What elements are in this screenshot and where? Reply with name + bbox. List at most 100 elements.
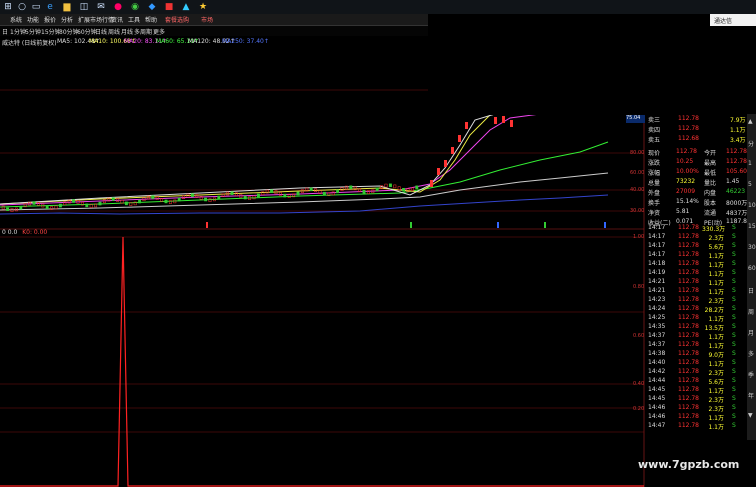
quote-label: 换手 — [648, 200, 661, 207]
tick-time: 14:25 — [648, 314, 666, 321]
tick-side: S — [732, 233, 736, 240]
tick-time: 14:47 — [648, 422, 666, 429]
tick-price: 112.78 — [678, 251, 699, 258]
candlestick — [362, 189, 366, 194]
volume-bar — [497, 222, 499, 228]
tick-price: 112.78 — [678, 278, 699, 285]
candlestick — [437, 168, 440, 175]
tick-side: S — [732, 305, 736, 312]
indicator-spike-line — [0, 236, 644, 487]
period-sidebar-button[interactable]: 日 — [748, 286, 754, 295]
candlestick — [322, 191, 326, 196]
period-sidebar-button[interactable]: ▲ — [748, 118, 753, 125]
quote-value: 10.00% — [676, 168, 699, 175]
candlestick — [402, 188, 406, 192]
tick-time: 14:35 — [648, 323, 666, 330]
candlestick — [85, 203, 89, 208]
volume-bar — [206, 222, 208, 228]
tick-side: S — [732, 242, 736, 249]
tick-price: 112.78 — [678, 260, 699, 267]
tick-side: S — [732, 386, 736, 393]
quote-label: 内盘 — [704, 190, 717, 197]
candlestick — [309, 187, 313, 191]
indicator-grid — [0, 236, 644, 433]
price-tag: 75.04 — [626, 115, 645, 123]
tick-side: S — [732, 395, 736, 402]
candlestick — [494, 117, 497, 124]
tick-price: 112.78 — [678, 305, 699, 312]
tick-volume: 1.1万 — [708, 388, 724, 395]
period-sidebar-button[interactable]: 月 — [748, 328, 754, 337]
tick-price: 112.78 — [678, 332, 699, 339]
tick-volume: 2.3万 — [708, 397, 724, 404]
quote-value: 10.25 — [676, 158, 694, 165]
tick-price: 112.78 — [678, 224, 699, 231]
period-sidebar-button[interactable]: 多 — [748, 349, 754, 358]
candlestick — [45, 205, 49, 210]
tick-time: 14:17 — [648, 251, 666, 258]
quote-value: 46223 — [726, 188, 746, 195]
period-sidebar-button[interactable]: 年 — [748, 391, 754, 400]
indicator-axis-label: 0.60 — [633, 333, 645, 339]
quote-label: 量比 — [704, 180, 717, 187]
tick-time: 14:46 — [648, 413, 666, 420]
app-title-tab[interactable]: 通达信 — [710, 14, 756, 26]
quote-label: 涨跌 — [648, 160, 661, 167]
period-sidebar-button[interactable]: 15 — [748, 223, 756, 230]
tick-volume: 1.1万 — [708, 289, 724, 296]
candlestick — [465, 122, 468, 129]
volume-markers — [206, 222, 606, 228]
quote-value: 27009 — [676, 188, 696, 195]
indicator-axis-label: 0.20 — [633, 406, 645, 412]
period-sidebar-button[interactable]: 1 — [748, 160, 752, 167]
tick-volume: 1.1万 — [708, 262, 724, 269]
period-sidebar-button[interactable]: 周 — [748, 307, 754, 316]
tick-volume: 1.1万 — [708, 361, 724, 368]
candlestick — [388, 183, 392, 188]
quote-label: 股本 — [704, 200, 717, 207]
tick-time: 14:21 — [648, 287, 666, 294]
period-sidebar-button[interactable]: 10 — [748, 202, 756, 209]
tick-price: 112.78 — [678, 242, 699, 249]
period-sidebar-button[interactable]: 30 — [748, 244, 756, 251]
candlestick — [375, 187, 379, 192]
tick-price: 112.78 — [678, 368, 699, 375]
tick-side: S — [732, 314, 736, 321]
tick-time: 14:46 — [648, 404, 666, 411]
candlestick — [510, 120, 513, 127]
candlestick — [217, 195, 221, 200]
candlestick — [124, 201, 128, 206]
tick-time: 14:19 — [648, 269, 666, 276]
quote-label: 总量 — [648, 180, 661, 187]
period-sidebar-button[interactable]: 分 — [748, 139, 754, 148]
tick-side: S — [732, 368, 736, 375]
quote-value: 1.45 — [726, 178, 740, 185]
candlestick — [349, 185, 353, 190]
ask-label: 卖五 — [648, 137, 661, 144]
tick-volume: 1.1万 — [708, 316, 724, 323]
tick-time: 14:42 — [648, 368, 666, 375]
quote-label: 最高 — [704, 160, 717, 167]
tick-time: 14:40 — [648, 359, 666, 366]
candlestick — [336, 189, 340, 194]
candlestick — [72, 199, 76, 203]
quote-label: 涨幅 — [648, 170, 661, 177]
candlestick — [444, 160, 447, 167]
tick-volume: 2.3万 — [708, 406, 724, 413]
period-sidebar-button[interactable]: 季 — [748, 370, 754, 379]
tick-time: 14:45 — [648, 395, 666, 402]
tick-volume: 1.1万 — [708, 271, 724, 278]
period-sidebar-button[interactable]: 60 — [748, 265, 756, 272]
volume-bar — [410, 222, 412, 228]
price-axis-label: 40.00 — [630, 187, 645, 193]
period-sidebar-button[interactable]: 5 — [748, 181, 752, 188]
tick-volume: 9.0万 — [708, 352, 724, 359]
tick-side: S — [732, 377, 736, 384]
tick-time: 14:37 — [648, 341, 666, 348]
period-sidebar-button[interactable]: ▼ — [748, 412, 753, 419]
tick-price: 112.78 — [678, 314, 699, 321]
tick-price: 112.78 — [678, 323, 699, 330]
quote-value: 15.14% — [676, 198, 699, 205]
tick-volume: 1.1万 — [708, 424, 724, 431]
candlestick — [397, 186, 401, 190]
